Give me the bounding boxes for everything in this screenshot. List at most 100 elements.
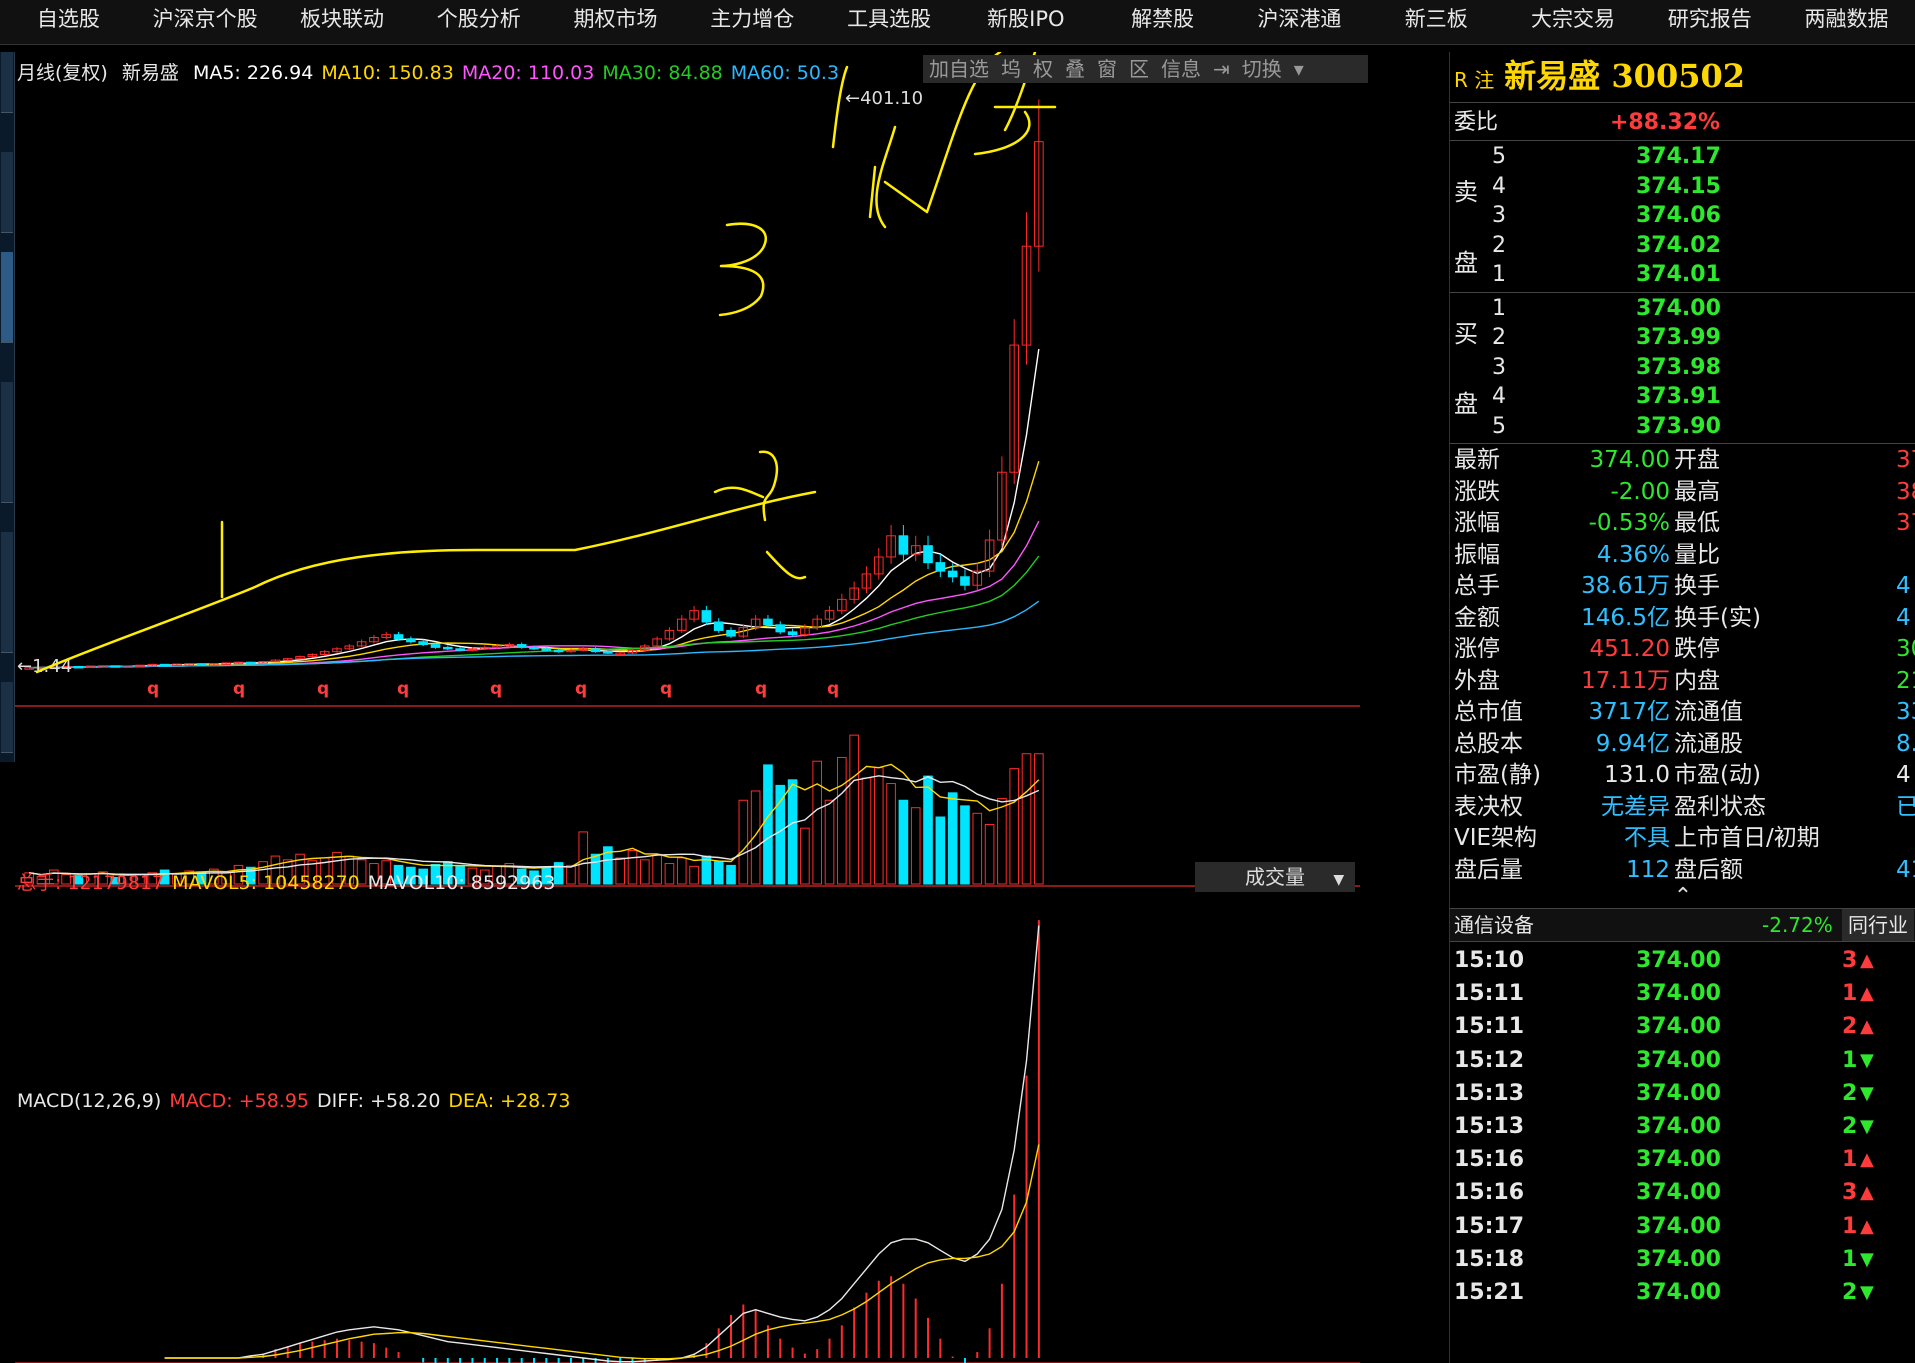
low-price-marker: ←1.44 xyxy=(17,656,72,677)
nav-item[interactable]: 沪深港通 xyxy=(1231,0,1368,44)
nav-item[interactable]: 期权市场 xyxy=(547,0,684,44)
kline-chart-area[interactable]: 423.30349.63275.95201.27127.6053.92←401.… xyxy=(15,52,1368,1363)
volume-bar xyxy=(652,853,662,885)
order-side-label: 买 xyxy=(1454,319,1478,348)
candle xyxy=(418,641,428,646)
candle xyxy=(110,665,121,668)
candle xyxy=(442,646,453,650)
top-nav-bar: 自选股 沪深京个股 板块联动 个股分析 期权市场 主力增仓 工具选股 新股IPO 解禁股 沪深港通… xyxy=(0,0,1915,45)
nav-item[interactable]: 个股分析 xyxy=(410,0,547,44)
chevron-down-icon[interactable]: ▾ xyxy=(1294,57,1304,81)
candle xyxy=(455,648,465,651)
nav-item[interactable]: 研究报告 xyxy=(1641,0,1778,44)
candle xyxy=(430,644,441,648)
volume-bar xyxy=(664,863,675,885)
nav-item[interactable]: 大宗交易 xyxy=(1505,0,1642,44)
chart-toolbar[interactable]: 加自选坞权叠窗区信息 ⇥ 切换 ▾ xyxy=(923,55,1368,83)
volume-bar xyxy=(713,861,724,885)
toolbar-button[interactable]: 信息 xyxy=(1161,57,1201,81)
volume-bar xyxy=(787,779,798,885)
side-tab[interactable] xyxy=(1,52,13,113)
q-marker: q xyxy=(755,679,767,699)
collapse-chevron-icon[interactable]: ⌃ xyxy=(1450,886,1915,908)
quote-stat-row: 总股本9.94亿流通股8. xyxy=(1454,730,1915,757)
q-marker: q xyxy=(827,679,839,699)
side-tab[interactable] xyxy=(1,682,13,753)
side-tab[interactable] xyxy=(1,152,13,233)
volume-bar xyxy=(837,756,847,885)
ma-legend-item: MA20: 110.03 xyxy=(461,62,595,84)
candle xyxy=(516,644,527,648)
q-marker: q xyxy=(317,679,329,699)
side-tab[interactable] xyxy=(1,382,13,503)
sell-level-row: 3 374.06 xyxy=(1492,203,1721,228)
ma-legend-item: MA30: 84.88 xyxy=(602,62,723,84)
volume-bar xyxy=(627,850,638,885)
volume-bar xyxy=(849,734,859,885)
quote-stat-row: 振幅 4.36% 量比 xyxy=(1454,541,1720,568)
volume-bar xyxy=(824,799,835,885)
tick-row: 15:21 374.00 2 ▼ xyxy=(1450,1276,1915,1309)
toolbar-button[interactable]: 坞 xyxy=(1001,57,1021,81)
side-tab[interactable] xyxy=(1,532,13,653)
q-marker: q xyxy=(660,679,672,699)
arrow-up-icon: ▲ xyxy=(1860,1215,1874,1237)
nav-item[interactable]: 解禁股 xyxy=(1094,0,1231,44)
macd-legend-item: DIFF: +58.20 xyxy=(317,1090,441,1112)
nav-item[interactable]: 新三板 xyxy=(1368,0,1505,44)
nav-item[interactable]: 沪深京个股 xyxy=(137,0,274,44)
same-industry-button[interactable]: 同行业 xyxy=(1842,909,1914,941)
sell-level-row: 4 374.15 xyxy=(1492,173,1721,199)
volume-bar xyxy=(1009,768,1020,885)
q-marker: q xyxy=(490,679,502,699)
order-side-label: 盘 xyxy=(1454,248,1478,277)
nav-item[interactable]: 新股IPO xyxy=(957,0,1094,44)
nav-item[interactable]: 两融数据 xyxy=(1778,0,1915,44)
macd-legend-item: DEA: +28.73 xyxy=(448,1090,571,1112)
toolbar-button[interactable]: 切换 xyxy=(1242,57,1282,81)
tick-row: 15:10 374.00 3 ▲ xyxy=(1450,944,1915,977)
volume-bar xyxy=(578,831,589,885)
toolbar-button[interactable]: 权 xyxy=(1033,57,1053,81)
hand-drawn-annotation xyxy=(765,550,807,580)
toolbar-button[interactable]: 区 xyxy=(1129,57,1149,81)
pin-icon[interactable]: ⇥ xyxy=(1213,57,1230,81)
volume-bar xyxy=(763,764,773,885)
tick-row: 15:13 374.00 2 ▼ xyxy=(1450,1077,1915,1110)
tick-row: 15:11 374.00 1 ▲ xyxy=(1450,977,1915,1010)
toolbar-button[interactable]: 加自选 xyxy=(929,57,989,81)
candle xyxy=(603,651,613,654)
q-marker: q xyxy=(233,679,245,699)
quote-stat-row: 涨跌-2.00最高38 xyxy=(1454,478,1915,505)
tick-row: 15:11 374.00 2 ▲ xyxy=(1450,1010,1915,1043)
quote-stat-row: 涨幅-0.53%最低37 xyxy=(1454,510,1915,536)
volume-bar xyxy=(590,853,601,885)
candle xyxy=(590,648,601,653)
ma30-line xyxy=(29,555,1040,669)
indicator-dropdown[interactable]: 成交量 ▼ xyxy=(1195,862,1355,892)
nav-item[interactable]: 主力增仓 xyxy=(684,0,821,44)
chart-canvas[interactable]: 423.30349.63275.95201.27127.6053.92←401.… xyxy=(15,52,1360,1363)
quote-stat-row: 最新374.00开盘37 xyxy=(1454,447,1915,473)
volume-bar xyxy=(615,857,626,885)
volume-bar xyxy=(923,775,933,885)
volume-bar xyxy=(886,783,896,885)
toolbar-button[interactable]: 窗 xyxy=(1097,57,1117,81)
macd-legend: MACD(12,26,9) MACD: +58.95 DIFF: +58.20 DEA… xyxy=(17,1090,578,1112)
sector-name[interactable]: 通信设备 xyxy=(1454,909,1534,941)
stock-title: 新易盛 300502 xyxy=(1504,57,1746,95)
arrow-down-icon: ▼ xyxy=(1860,1082,1874,1104)
volume-bar xyxy=(640,859,650,885)
stock-name-label: 新易盛 xyxy=(121,62,179,84)
hand-drawn-annotation xyxy=(713,486,765,499)
high-price-marker: ←401.10 xyxy=(845,88,923,109)
left-side-tab-strip[interactable] xyxy=(0,52,15,762)
nav-item[interactable]: 板块联动 xyxy=(274,0,411,44)
stock-tag-badge: R 注 xyxy=(1454,68,1495,92)
nav-item[interactable]: 自选股 xyxy=(0,0,137,44)
volume-bar xyxy=(910,807,921,885)
candle xyxy=(245,661,256,665)
toolbar-button[interactable]: 叠 xyxy=(1065,57,1085,81)
side-tab-active[interactable] xyxy=(1,252,13,343)
nav-item[interactable]: 工具选股 xyxy=(821,0,958,44)
